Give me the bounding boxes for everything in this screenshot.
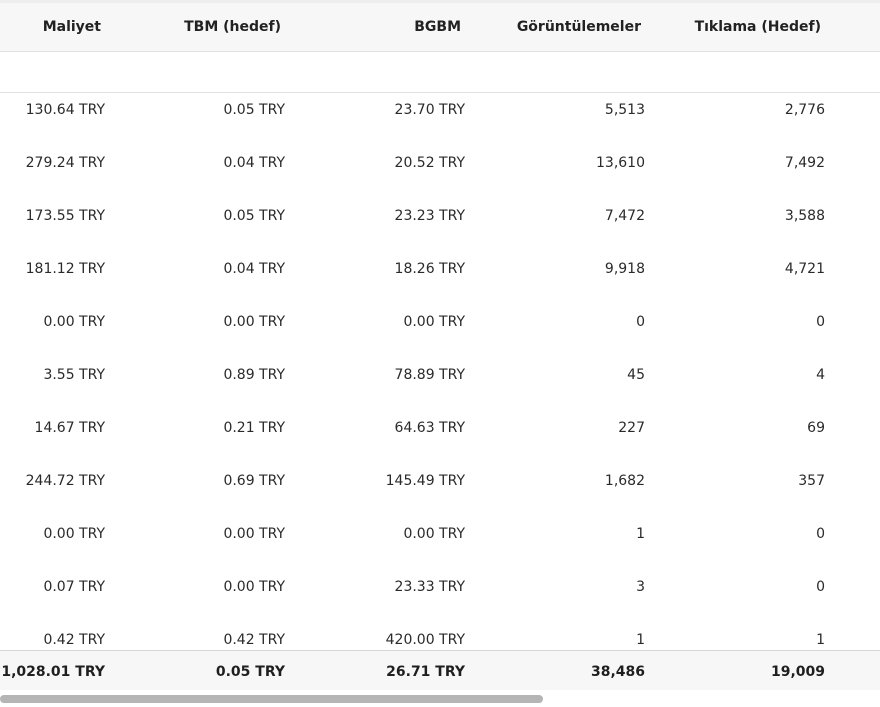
cell-maliyet: 3.55 TRY (43, 367, 105, 383)
table-row: 0.07 TRY 0.00 TRY 23.33 TRY 3 0 (0, 570, 880, 624)
cell-tiklama: 4,721 (784, 261, 825, 277)
table-row: 14.67 TRY 0.21 TRY 64.63 TRY 227 69 (0, 411, 880, 465)
cell-bgbm: 23.70 TRY (394, 102, 465, 118)
column-header-tbm-hedef[interactable]: TBM (hedef) (150, 18, 281, 36)
cell-goruntulemeler: 0 (636, 314, 645, 330)
table-row: 181.12 TRY 0.04 TRY 18.26 TRY 9,918 4,72… (0, 252, 880, 306)
cell-maliyet: 0.00 TRY (43, 526, 105, 542)
cell-tbm: 0.69 TRY (223, 473, 285, 489)
table-totals-row: 1,028.01 TRY 0.05 TRY 26.71 TRY 38,486 1… (0, 650, 880, 691)
total-tiklama: 19,009 (770, 664, 825, 680)
cell-bgbm: 0.00 TRY (403, 314, 465, 330)
cell-tiklama: 3,588 (784, 208, 825, 224)
cell-maliyet: 173.55 TRY (25, 208, 105, 224)
table-row-empty (0, 52, 880, 93)
cell-maliyet: 0.00 TRY (43, 314, 105, 330)
table-row: 244.72 TRY 0.69 TRY 145.49 TRY 1,682 357 (0, 464, 880, 518)
cell-bgbm: 64.63 TRY (394, 420, 465, 436)
total-bgbm: 26.71 TRY (386, 664, 465, 680)
cell-goruntulemeler: 7,472 (604, 208, 645, 224)
cell-goruntulemeler: 13,610 (596, 155, 645, 171)
cell-tiklama: 2,776 (784, 102, 825, 118)
column-header-goruntulemeler[interactable]: Görüntülemeler (510, 18, 641, 36)
cell-tiklama: 0 (816, 526, 825, 542)
cell-goruntulemeler: 1 (636, 632, 645, 648)
horizontal-scrollbar-thumb[interactable] (0, 695, 543, 703)
cell-maliyet: 130.64 TRY (25, 102, 105, 118)
table-row: 130.64 TRY 0.05 TRY 23.70 TRY 5,513 2,77… (0, 93, 880, 147)
cell-tbm: 0.00 TRY (223, 526, 285, 542)
cell-tbm: 0.21 TRY (223, 420, 285, 436)
total-tbm: 0.05 TRY (215, 664, 285, 680)
cell-goruntulemeler: 227 (618, 420, 645, 436)
cell-tiklama: 0 (816, 314, 825, 330)
cell-tiklama: 69 (807, 420, 825, 436)
cell-goruntulemeler: 3 (636, 579, 645, 595)
cell-tbm: 0.42 TRY (223, 632, 285, 648)
cell-tiklama: 357 (798, 473, 825, 489)
cell-bgbm: 78.89 TRY (394, 367, 465, 383)
cell-tbm: 0.89 TRY (223, 367, 285, 383)
horizontal-scrollbar[interactable] (0, 690, 880, 707)
cell-maliyet: 0.07 TRY (43, 579, 105, 595)
cell-tiklama: 4 (816, 367, 825, 383)
cell-tiklama: 1 (816, 632, 825, 648)
cell-maliyet: 14.67 TRY (34, 420, 105, 436)
cell-bgbm: 20.52 TRY (394, 155, 465, 171)
table-row: 0.00 TRY 0.00 TRY 0.00 TRY 1 0 (0, 517, 880, 571)
cell-tbm: 0.04 TRY (223, 261, 285, 277)
table-row: 279.24 TRY 0.04 TRY 20.52 TRY 13,610 7,4… (0, 146, 880, 200)
cell-goruntulemeler: 9,918 (604, 261, 645, 277)
cell-maliyet: 244.72 TRY (25, 473, 105, 489)
column-header-maliyet[interactable]: Maliyet (0, 18, 101, 36)
column-header-bgbm[interactable]: BGBM (330, 18, 461, 36)
table-row: 0.00 TRY 0.00 TRY 0.00 TRY 0 0 (0, 305, 880, 359)
table-row: 173.55 TRY 0.05 TRY 23.23 TRY 7,472 3,58… (0, 199, 880, 253)
cell-tbm: 0.05 TRY (223, 208, 285, 224)
column-header-tiklama-hedef[interactable]: Tıklama (Hedef) (690, 18, 821, 36)
cell-tbm: 0.00 TRY (223, 314, 285, 330)
cell-maliyet: 279.24 TRY (25, 155, 105, 171)
table-row: 3.55 TRY 0.89 TRY 78.89 TRY 45 4 (0, 358, 880, 412)
table-header-row: Maliyet TBM (hedef) BGBM Görüntülemeler … (0, 3, 880, 52)
cell-tbm: 0.04 TRY (223, 155, 285, 171)
cell-bgbm: 0.00 TRY (403, 526, 465, 542)
cell-tiklama: 0 (816, 579, 825, 595)
cell-bgbm: 23.23 TRY (394, 208, 465, 224)
cell-tbm: 0.00 TRY (223, 579, 285, 595)
cell-bgbm: 145.49 TRY (385, 473, 465, 489)
cell-maliyet: 181.12 TRY (25, 261, 105, 277)
cell-goruntulemeler: 1,682 (604, 473, 645, 489)
data-table-view: Maliyet TBM (hedef) BGBM Görüntülemeler … (0, 0, 880, 707)
cell-bgbm: 18.26 TRY (394, 261, 465, 277)
cell-tiklama: 7,492 (784, 155, 825, 171)
cell-goruntulemeler: 45 (627, 367, 645, 383)
cell-tbm: 0.05 TRY (223, 102, 285, 118)
total-maliyet: 1,028.01 TRY (1, 664, 105, 680)
cell-bgbm: 420.00 TRY (385, 632, 465, 648)
cell-bgbm: 23.33 TRY (394, 579, 465, 595)
cell-maliyet: 0.42 TRY (43, 632, 105, 648)
cell-goruntulemeler: 5,513 (604, 102, 645, 118)
cell-goruntulemeler: 1 (636, 526, 645, 542)
total-goruntulemeler: 38,486 (590, 664, 645, 680)
